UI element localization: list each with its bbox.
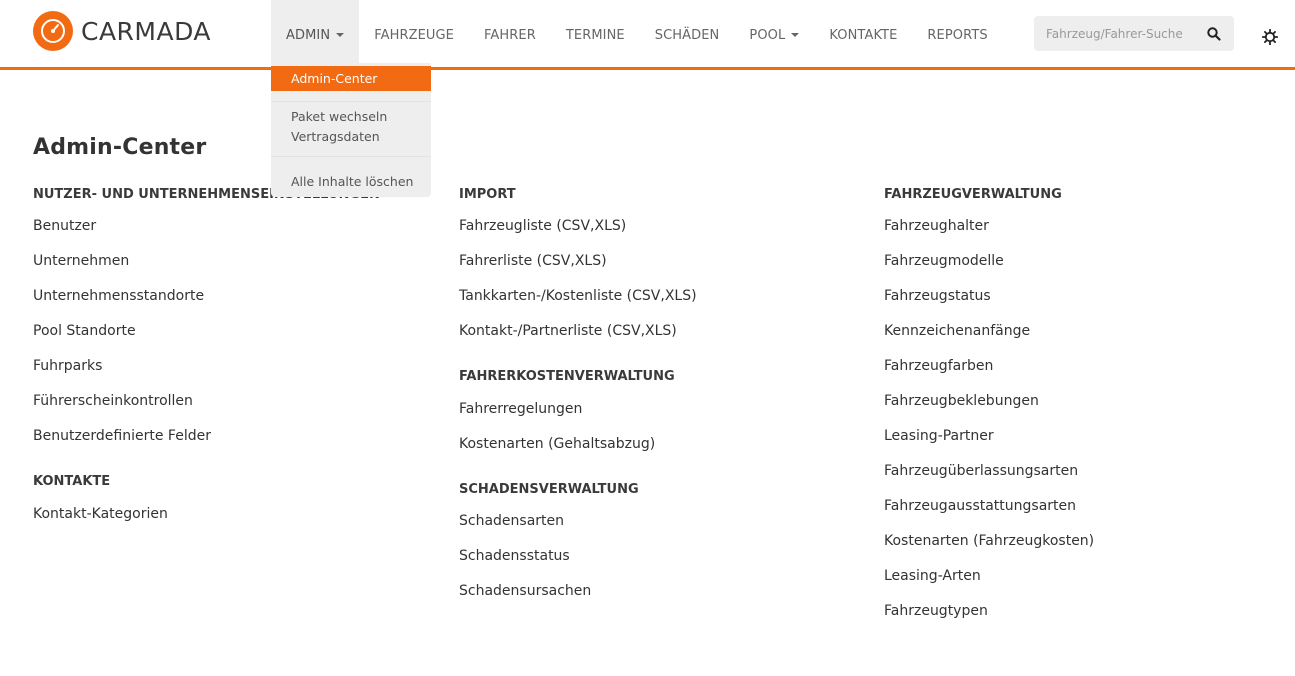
carmada-logo[interactable]: CARMADA: [33, 11, 211, 51]
link-kostenarten-gehaltsabzug[interactable]: Kostenarten (Gehaltsabzug): [459, 436, 655, 452]
link-kontakt-partnerliste-import[interactable]: Kontakt-/Partnerliste (CSV,XLS): [459, 323, 677, 339]
link-kontakt-kategorien[interactable]: Kontakt-Kategorien: [33, 506, 168, 522]
nav-item-termine[interactable]: TERMINE: [551, 0, 640, 70]
nav-item-label: POOL: [749, 27, 786, 43]
nav-item-fahrzeuge[interactable]: FAHRZEUGE: [359, 0, 469, 70]
admin-dropdown-menu: Admin-Center Paket wechseln Vertragsdate…: [271, 63, 431, 197]
link-leasing-arten[interactable]: Leasing-Arten: [884, 568, 981, 584]
dropdown-item-alle-inhalte-loeschen[interactable]: Alle Inhalte löschen: [271, 172, 431, 192]
link-fahrerliste-import[interactable]: Fahrerliste (CSV,XLS): [459, 253, 607, 269]
speedometer-icon: [33, 11, 73, 51]
nav-item-label: REPORTS: [927, 27, 988, 43]
link-fahrzeugstatus[interactable]: Fahrzeugstatus: [884, 288, 991, 304]
search-icon: [1207, 26, 1221, 41]
nav-item-admin[interactable]: ADMIN: [271, 0, 360, 70]
link-fahrzeugtypen[interactable]: Fahrzeugtypen: [884, 603, 988, 619]
link-fahrzeugmodelle[interactable]: Fahrzeugmodelle: [884, 253, 1004, 269]
dropdown-item-admin-center[interactable]: Admin-Center: [271, 66, 431, 91]
nav-item-pool[interactable]: POOL: [734, 0, 814, 70]
section-title: FAHRERKOSTENVERWALTUNG: [459, 369, 675, 384]
settings-button[interactable]: [1260, 27, 1280, 47]
link-unternehmensstandorte[interactable]: Unternehmensstandorte: [33, 288, 204, 304]
nav-item-label: KONTAKTE: [829, 27, 898, 43]
gear-icon: [1262, 29, 1278, 45]
link-fahrzeugausstattungsarten[interactable]: Fahrzeugausstattungsarten: [884, 498, 1076, 514]
dropdown-item-vertragsdaten[interactable]: Vertragsdaten: [271, 127, 431, 147]
search-input[interactable]: [1034, 26, 1199, 41]
section-title: FAHRZEUGVERWALTUNG: [884, 187, 1062, 202]
logo-text: CARMADA: [81, 16, 212, 46]
nav-item-label: SCHÄDEN: [654, 27, 720, 43]
link-fahrzeugueberlassungsarten[interactable]: Fahrzeugüberlassungsarten: [884, 463, 1078, 479]
link-unternehmen[interactable]: Unternehmen: [33, 253, 129, 269]
link-schadensarten[interactable]: Schadensarten: [459, 513, 564, 529]
link-fahrzeughalter[interactable]: Fahrzeughalter: [884, 218, 989, 234]
link-benutzerdefinierte-felder[interactable]: Benutzerdefinierte Felder: [33, 428, 211, 444]
nav-item-label: ADMIN: [286, 27, 331, 43]
dropdown-divider: [271, 156, 431, 157]
search-box: [1034, 16, 1234, 51]
link-leasing-partner[interactable]: Leasing-Partner: [884, 428, 994, 444]
link-fuehrerscheinkontrollen[interactable]: Führerscheinkontrollen: [33, 393, 193, 409]
main-nav: ADMIN FAHRZEUGE FAHRER TERMINE SCHÄDEN P…: [271, 0, 1003, 70]
caret-down-icon: [336, 33, 345, 37]
nav-item-label: FAHRZEUGE: [374, 27, 454, 43]
nav-item-fahrer[interactable]: FAHRER: [469, 0, 551, 70]
page-title: Admin-Center: [33, 135, 207, 160]
dropdown-divider: [271, 101, 431, 102]
nav-item-label: FAHRER: [484, 27, 536, 43]
section-title: KONTAKTE: [33, 474, 111, 489]
link-fahrzeugliste-import[interactable]: Fahrzeugliste (CSV,XLS): [459, 218, 626, 234]
link-schadensstatus[interactable]: Schadensstatus: [459, 548, 570, 564]
link-pool-standorte[interactable]: Pool Standorte: [33, 323, 136, 339]
nav-item-reports[interactable]: REPORTS: [912, 0, 1002, 70]
nav-item-kontakte[interactable]: KONTAKTE: [814, 0, 912, 70]
caret-down-icon: [791, 33, 800, 37]
search-button[interactable]: [1199, 16, 1229, 51]
nav-item-label: TERMINE: [565, 27, 625, 43]
section-title: SCHADENSVERWALTUNG: [459, 482, 639, 497]
link-kennzeichenanfaenge[interactable]: Kennzeichenanfänge: [884, 323, 1030, 339]
nav-item-schaeden[interactable]: SCHÄDEN: [640, 0, 735, 70]
link-fahrzeugbeklebungen[interactable]: Fahrzeugbeklebungen: [884, 393, 1039, 409]
link-schadensursachen[interactable]: Schadensursachen: [459, 583, 591, 599]
link-benutzer[interactable]: Benutzer: [33, 218, 96, 234]
top-navbar: CARMADA ADMIN FAHRZEUGE FAHRER TERMINE S…: [0, 0, 1295, 70]
section-title: IMPORT: [459, 187, 516, 202]
dropdown-item-paket-wechseln[interactable]: Paket wechseln: [271, 107, 431, 127]
link-kostenarten-fahrzeugkosten[interactable]: Kostenarten (Fahrzeugkosten): [884, 533, 1094, 549]
link-tankkarten-kostenliste-import[interactable]: Tankkarten-/Kostenliste (CSV,XLS): [459, 288, 697, 304]
link-fahrerregelungen[interactable]: Fahrerregelungen: [459, 401, 582, 417]
link-fuhrparks[interactable]: Fuhrparks: [33, 358, 102, 374]
link-fahrzeugfarben[interactable]: Fahrzeugfarben: [884, 358, 993, 374]
